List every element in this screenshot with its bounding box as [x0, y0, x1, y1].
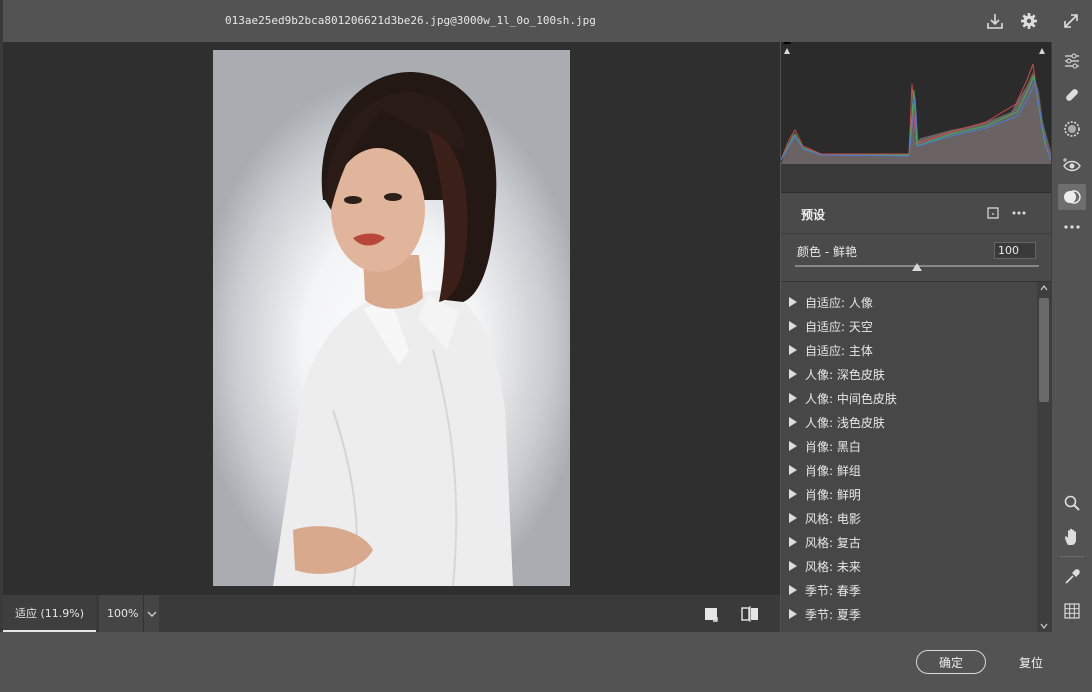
- expand-icon[interactable]: [1060, 10, 1082, 32]
- hand-icon[interactable]: [1058, 524, 1086, 550]
- scrollbar[interactable]: [1037, 282, 1051, 632]
- portrait-photo: [213, 50, 570, 586]
- expand-triangle-icon: [789, 561, 797, 571]
- image-canvas[interactable]: [3, 42, 780, 595]
- preset-group-item[interactable]: 人像: 浅色皮肤: [789, 410, 885, 434]
- gear-icon[interactable]: [1018, 10, 1040, 32]
- expand-triangle-icon: [789, 369, 797, 379]
- camera-raw-window: 013ae25ed9b2bca801206621d3be26.jpg@3000w…: [0, 0, 1092, 692]
- dialog-footer: 确定 复位: [0, 632, 1092, 692]
- chevron-down-icon[interactable]: [143, 595, 160, 632]
- sliders-icon[interactable]: [1058, 48, 1086, 74]
- ok-button[interactable]: 确定: [916, 650, 986, 674]
- histogram-info-bar: [781, 164, 1051, 192]
- preset-group-item[interactable]: 自适应: 天空: [789, 314, 873, 338]
- expand-triangle-icon: [789, 393, 797, 403]
- preset-group-label: 肖像: 黑白: [805, 439, 861, 454]
- preset-group-label: 季节: 夏季: [805, 607, 861, 622]
- preset-list: 自适应: 人像 自适应: 天空 自适应: 主体 人像: 深色皮肤 人像: 中间色皮肤 人像…: [781, 282, 1037, 632]
- preset-group-label: 风格: 未来: [805, 559, 861, 574]
- expand-triangle-icon: [789, 537, 797, 547]
- preset-amount-row: 颜色 - 鲜艳 100: [781, 234, 1051, 282]
- grid-icon[interactable]: [1058, 598, 1086, 624]
- presets-panel: 预设 颜色 - 鲜艳 100 自适应: 人像 自适应: 天空 自适应: 主体 人像: …: [780, 38, 1052, 632]
- preset-group-label: 自适应: 主体: [805, 343, 873, 358]
- expand-triangle-icon: [789, 513, 797, 523]
- expand-triangle-icon: [789, 489, 797, 499]
- mask-icon[interactable]: [1058, 116, 1086, 142]
- preset-group-item[interactable]: 风格: 未来: [789, 554, 861, 578]
- tool-divider: [1060, 556, 1084, 557]
- preset-group-label: 人像: 中间色皮肤: [805, 391, 897, 406]
- zoom-icon[interactable]: [1058, 490, 1086, 516]
- preset-group-label: 自适应: 人像: [805, 295, 873, 310]
- presets-icon[interactable]: [1058, 184, 1086, 210]
- preset-group-item[interactable]: 风格: 复古: [789, 530, 861, 554]
- preset-amount-input[interactable]: 100: [994, 242, 1036, 259]
- scrollbar-thumb[interactable]: [1039, 298, 1049, 402]
- slider-thumb[interactable]: [912, 263, 922, 271]
- download-icon[interactable]: [984, 10, 1006, 32]
- eyedropper-icon[interactable]: [1058, 564, 1086, 590]
- preset-group-item[interactable]: 肖像: 鲜组: [789, 458, 861, 482]
- expand-triangle-icon: [789, 417, 797, 427]
- new-preset-icon[interactable]: [986, 206, 1000, 220]
- preset-group-item[interactable]: 自适应: 主体: [789, 338, 873, 362]
- preset-group-label: 肖像: 鲜组: [805, 463, 861, 478]
- preset-group-item[interactable]: 肖像: 鲜明: [789, 482, 861, 506]
- healing-brush-icon[interactable]: [1058, 82, 1086, 108]
- preset-group-item[interactable]: 季节: 夏季: [789, 602, 861, 626]
- tool-strip: [1051, 42, 1092, 632]
- zoom-bar: 适应 (11.9%) 100%: [3, 595, 780, 632]
- preset-group-label: 人像: 浅色皮肤: [805, 415, 885, 430]
- preset-group-label: 风格: 复古: [805, 535, 861, 550]
- preset-group-item[interactable]: 肖像: 黑白: [789, 434, 861, 458]
- red-eye-icon[interactable]: [1058, 152, 1086, 178]
- split-view-icon[interactable]: [740, 605, 760, 623]
- reset-button[interactable]: 复位: [1006, 650, 1056, 674]
- expand-triangle-icon: [789, 441, 797, 451]
- before-after-icon[interactable]: [703, 605, 721, 623]
- preset-group-item[interactable]: 人像: 深色皮肤: [789, 362, 885, 386]
- zoom-fit-button[interactable]: 适应 (11.9%): [3, 595, 96, 632]
- presets-title: 预设: [801, 208, 826, 222]
- preset-group-label: 自适应: 天空: [805, 319, 873, 334]
- preset-group-item[interactable]: 人像: 中间色皮肤: [789, 386, 897, 410]
- preset-group-label: 季节: 春季: [805, 583, 861, 598]
- expand-triangle-icon: [789, 297, 797, 307]
- preset-group-label: 风格: 电影: [805, 511, 861, 526]
- title-bar: 013ae25ed9b2bca801206621d3be26.jpg@3000w…: [3, 0, 1092, 42]
- presets-header: 预设: [781, 192, 1051, 234]
- preset-group-item[interactable]: 自适应: 人像: [789, 290, 873, 314]
- more-options-icon[interactable]: [1011, 207, 1027, 219]
- expand-triangle-icon: [789, 609, 797, 619]
- more-icon[interactable]: [1058, 214, 1086, 240]
- preset-amount-label: 颜色 - 鲜艳: [797, 245, 857, 259]
- file-name: 013ae25ed9b2bca801206621d3be26.jpg@3000w…: [225, 14, 596, 27]
- preset-group-label: 人像: 深色皮肤: [805, 367, 885, 382]
- preset-group-item[interactable]: 风格: 电影: [789, 506, 861, 530]
- expand-triangle-icon: [789, 345, 797, 355]
- expand-triangle-icon: [789, 585, 797, 595]
- preset-group-item[interactable]: 季节: 春季: [789, 578, 861, 602]
- expand-triangle-icon: [789, 465, 797, 475]
- preset-group-label: 肖像: 鲜明: [805, 487, 861, 502]
- expand-triangle-icon: [789, 321, 797, 331]
